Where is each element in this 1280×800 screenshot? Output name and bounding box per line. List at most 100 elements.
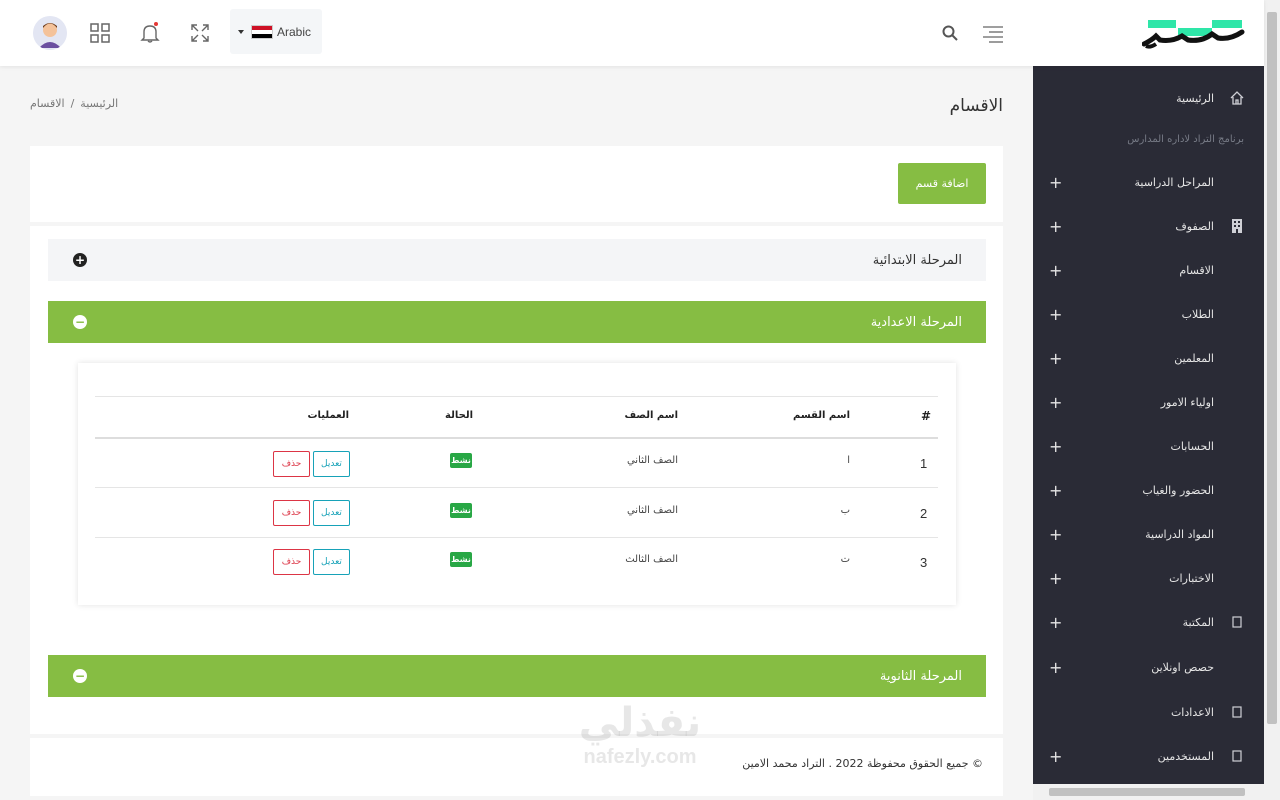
- horizontal-scrollbar[interactable]: [1033, 784, 1264, 800]
- book-icon: [1230, 615, 1244, 629]
- plus-icon: +: [1049, 392, 1063, 412]
- fullscreen-icon[interactable]: [189, 22, 211, 44]
- copyright-text: © جميع الحقوق محفوظة 2022 . التراد محمد …: [742, 757, 983, 770]
- grade-name: الصف الثالث: [625, 554, 678, 565]
- table-header: # اسم القسم اسم الصف الحالة العمليات: [95, 396, 938, 439]
- scrollbar-thumb[interactable]: [1049, 788, 1245, 796]
- sidebar-item-label: حصص اونلاين: [1151, 660, 1214, 674]
- sidebar-item-label: الاختبارات: [1169, 571, 1214, 585]
- sections-table: # اسم القسم اسم الصف الحالة العمليات 1 ا…: [78, 363, 956, 605]
- scrollbar-thumb[interactable]: [1267, 12, 1277, 724]
- sidebar-item-label: المستخدمين: [1157, 749, 1214, 763]
- user-avatar[interactable]: [33, 16, 67, 50]
- menu-toggle-icon[interactable]: [981, 22, 1005, 44]
- building-icon: [1230, 219, 1244, 233]
- plus-icon: +: [1049, 436, 1063, 456]
- notification-bell-icon[interactable]: [139, 22, 161, 44]
- edit-button[interactable]: تعديل: [313, 451, 350, 477]
- sidebar-item-label: المكتبة: [1182, 615, 1214, 629]
- sidebar-item-label: المعلمين: [1174, 351, 1214, 365]
- sidebar-item-label: الاقسام: [1179, 263, 1214, 277]
- sidebar-item-parents[interactable]: + اولياء الامور: [1033, 388, 1264, 416]
- users-icon: [1230, 749, 1244, 763]
- sidebar-item-label: الحسابات: [1170, 439, 1214, 453]
- plus-icon: +: [1049, 260, 1063, 280]
- sidebar-item-library[interactable]: + المكتبة: [1033, 608, 1264, 636]
- status-badge: نشط: [450, 453, 472, 468]
- egypt-flag-icon: [251, 24, 273, 39]
- sidebar-item-students[interactable]: + الطلاب: [1033, 300, 1264, 328]
- sidebar-item-settings[interactable]: الاعدادات: [1033, 698, 1264, 726]
- section-name: ا: [847, 455, 850, 466]
- sidebar-item-sections[interactable]: + الاقسام: [1033, 256, 1264, 284]
- sidebar-item-accounts[interactable]: + الحسابات: [1033, 432, 1264, 460]
- sections-card: المرحلة الابتدائية + المرحلة الاعدادية −…: [30, 226, 1003, 734]
- expand-plus-icon[interactable]: +: [73, 253, 87, 267]
- table-row: 3 ت الصف الثالث نشط تعديل حذف: [95, 538, 938, 587]
- delete-button[interactable]: حذف: [273, 549, 310, 575]
- plus-icon: +: [1049, 524, 1063, 544]
- column-header-status: الحالة: [445, 410, 473, 421]
- sidebar-item-label: اولياء الامور: [1160, 395, 1214, 409]
- section-name: ت: [840, 554, 850, 565]
- brand-logo[interactable]: [1141, 18, 1246, 50]
- sidebar: الرئيسية برنامج التراد لاداره المدارس + …: [1033, 66, 1264, 784]
- sidebar-item-stages[interactable]: + المراحل الدراسية: [1033, 168, 1264, 196]
- plus-icon: +: [1049, 172, 1063, 192]
- collapse-minus-icon[interactable]: −: [73, 315, 87, 329]
- sidebar-item-users[interactable]: + المستخدمين: [1033, 742, 1264, 770]
- accordion-title: المرحلة الثانوية: [879, 668, 962, 684]
- sidebar-item-label: الحضور والغياب: [1142, 483, 1214, 497]
- breadcrumb-separator: /: [70, 97, 75, 110]
- collapse-minus-icon[interactable]: −: [73, 669, 87, 683]
- sidebar-item-home[interactable]: الرئيسية: [1033, 84, 1264, 112]
- breadcrumb-home-link[interactable]: الرئيسية: [80, 97, 118, 110]
- page-title: الاقسام: [949, 96, 1003, 116]
- column-header-actions: العمليات: [307, 410, 350, 421]
- plus-icon: +: [1049, 480, 1063, 500]
- accordion-title: المرحلة الابتدائية: [872, 252, 962, 268]
- plus-icon: +: [1049, 746, 1063, 766]
- settings-icon: [1230, 705, 1244, 719]
- language-selector[interactable]: Arabic: [230, 9, 322, 54]
- status-badge: نشط: [450, 503, 472, 518]
- actions-card: اضافة قسم: [30, 146, 1003, 222]
- row-number: 2: [920, 506, 928, 521]
- sidebar-item-teachers[interactable]: + المعلمين: [1033, 344, 1264, 372]
- delete-button[interactable]: حذف: [273, 500, 310, 526]
- edit-button[interactable]: تعديل: [313, 500, 350, 526]
- sidebar-item-label: المواد الدراسية: [1145, 527, 1214, 541]
- top-bar: Arabic: [0, 0, 1264, 66]
- sidebar-caption: برنامج التراد لاداره المدارس: [1127, 134, 1244, 145]
- sidebar-item-label: الصفوف: [1175, 219, 1214, 233]
- language-label: Arabic: [277, 24, 312, 39]
- accordion-primary-stage[interactable]: المرحلة الابتدائية +: [48, 239, 986, 281]
- breadcrumb: الاقسام / الرئيسية: [30, 97, 118, 110]
- sidebar-item-subjects[interactable]: + المواد الدراسية: [1033, 520, 1264, 548]
- chevron-down-icon: [238, 29, 244, 34]
- sidebar-item-label: الطلاب: [1181, 307, 1214, 321]
- sidebar-item-exams[interactable]: + الاختبارات: [1033, 564, 1264, 592]
- sidebar-item-attendance[interactable]: + الحضور والغياب: [1033, 476, 1264, 504]
- home-icon: [1230, 91, 1244, 105]
- accordion-title: المرحلة الاعدادية: [870, 314, 962, 330]
- apps-grid-icon[interactable]: [89, 22, 111, 44]
- row-number: 3: [920, 555, 928, 570]
- sidebar-item-online-classes[interactable]: + حصص اونلاين: [1033, 653, 1264, 681]
- section-name: ب: [840, 505, 850, 516]
- edit-button[interactable]: تعديل: [313, 549, 350, 575]
- plus-icon: +: [1049, 304, 1063, 324]
- sidebar-item-label: الرئيسية: [1176, 91, 1214, 105]
- plus-icon: +: [1049, 348, 1063, 368]
- sidebar-item-label: المراحل الدراسية: [1134, 175, 1214, 189]
- vertical-scrollbar[interactable]: [1264, 0, 1280, 800]
- plus-icon: +: [1049, 216, 1063, 236]
- search-icon[interactable]: [939, 22, 961, 44]
- delete-button[interactable]: حذف: [273, 451, 310, 477]
- accordion-preparatory-stage[interactable]: المرحلة الاعدادية −: [48, 301, 986, 343]
- plus-icon: +: [1049, 568, 1063, 588]
- column-header-section-name: اسم القسم: [793, 410, 850, 421]
- accordion-secondary-stage[interactable]: المرحلة الثانوية −: [48, 655, 986, 697]
- sidebar-item-grades[interactable]: + الصفوف: [1033, 212, 1264, 240]
- add-section-button[interactable]: اضافة قسم: [898, 163, 986, 204]
